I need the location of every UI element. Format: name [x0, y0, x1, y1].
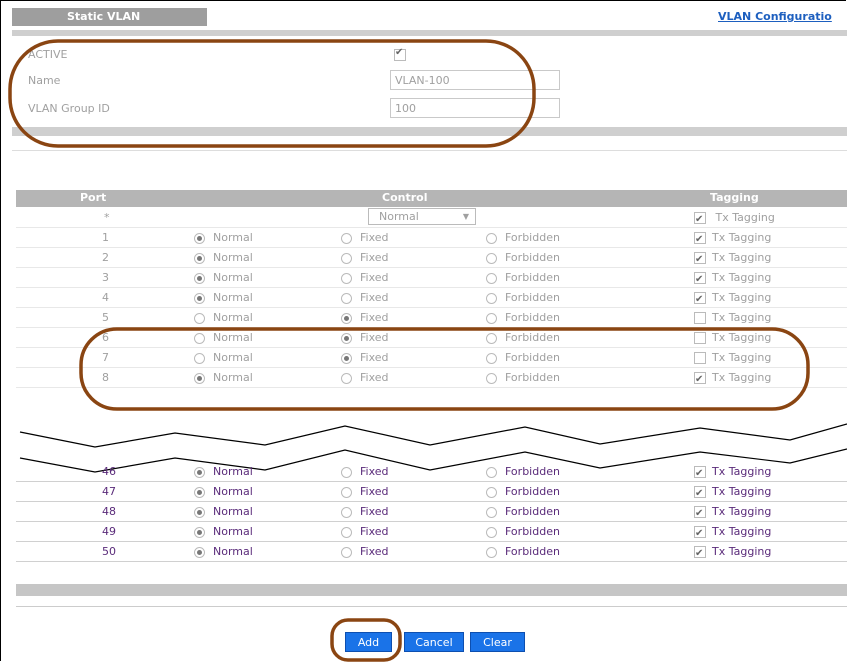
fixed-ports-highlight-ring	[79, 327, 810, 411]
add-button-highlight-ring	[330, 618, 402, 662]
form-highlight-ring	[8, 39, 536, 148]
highlight-overlays	[8, 39, 810, 662]
